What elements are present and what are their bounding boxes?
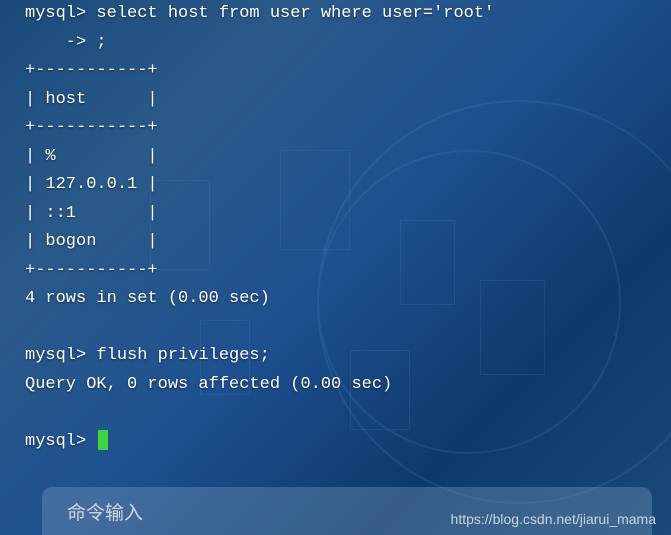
terminal-line: mysql> select host from user where user=… — [25, 4, 494, 23]
cursor-icon — [98, 430, 108, 450]
terminal-line: Query OK, 0 rows affected (0.00 sec) — [25, 375, 392, 394]
bottom-bar: 命令输入 — [0, 483, 671, 535]
terminal-line: +-----------+ — [25, 61, 158, 80]
terminal-line: -> ; — [25, 33, 107, 52]
terminal-prompt[interactable]: mysql> — [25, 432, 96, 451]
terminal-line: | % | — [25, 147, 158, 166]
terminal-line: | bogon | — [25, 232, 158, 251]
terminal-line: | 127.0.0.1 | — [25, 175, 158, 194]
terminal-line: +-----------+ — [25, 261, 158, 280]
watermark-text: https://blog.csdn.net/jiarui_mama — [451, 511, 656, 527]
terminal-line: 4 rows in set (0.00 sec) — [25, 289, 270, 308]
terminal-line: | host | — [25, 90, 158, 109]
terminal-line: | ::1 | — [25, 204, 158, 223]
terminal-line: +-----------+ — [25, 118, 158, 137]
terminal-line: mysql> flush privileges; — [25, 346, 270, 365]
command-input-text: 命令输入 — [67, 498, 143, 525]
terminal-output: mysql> select host from user where user=… — [0, 0, 671, 456]
